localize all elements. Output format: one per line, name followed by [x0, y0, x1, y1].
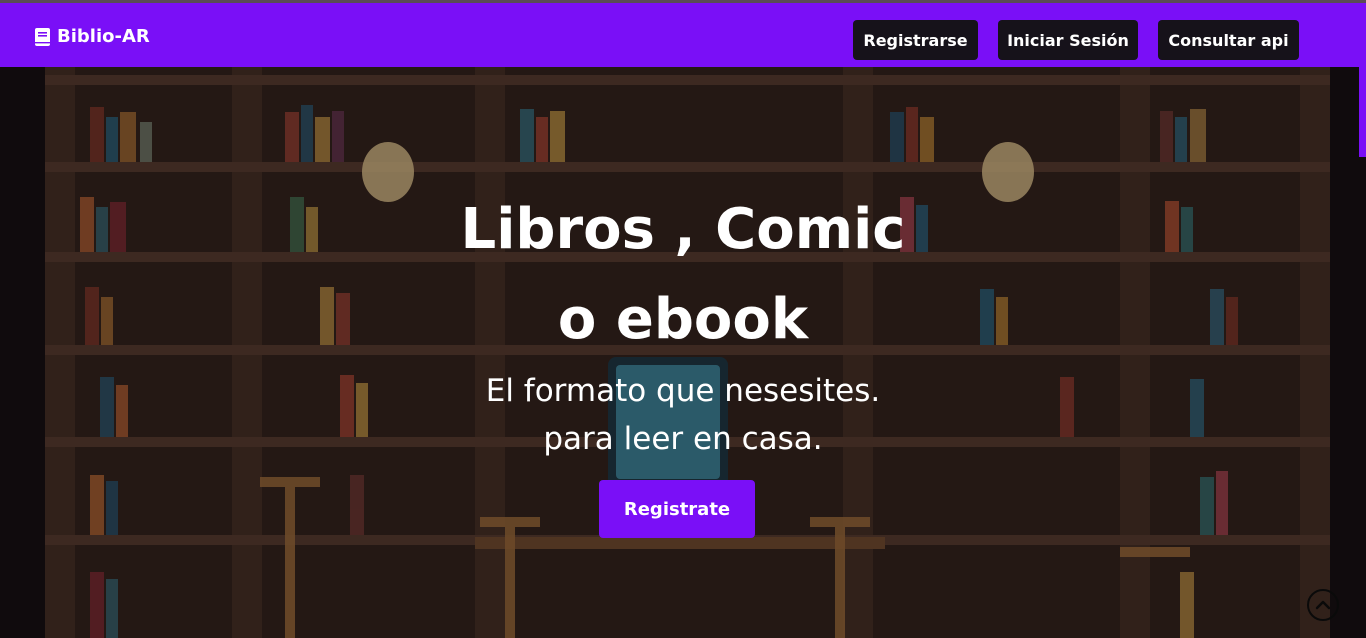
brand-name: Biblio-AR: [57, 26, 150, 47]
login-button[interactable]: Iniciar Sesión: [998, 20, 1138, 60]
scroll-to-top-button[interactable]: [1307, 589, 1339, 621]
hero-title-line2: o ebook: [557, 287, 809, 352]
scrollbar-thumb[interactable]: [1359, 67, 1366, 157]
navbar: Biblio-AR Registrarse Iniciar Sesión Con…: [0, 3, 1366, 67]
hero-title: Libros , Comic o ebook: [0, 185, 1366, 365]
hero-title-line1: Libros , Comic: [460, 197, 906, 262]
chevron-up-circle-icon: [1315, 600, 1331, 610]
register-button[interactable]: Registrarse: [853, 20, 978, 60]
consult-api-button[interactable]: Consultar api: [1158, 20, 1299, 60]
hero-subtitle-line2: para leer en casa.: [543, 421, 823, 457]
hero-subtitle: El formato que nesesites. para leer en c…: [0, 367, 1366, 463]
hero-section: Libros , Comic o ebook El formato que ne…: [0, 67, 1366, 638]
register-cta-button[interactable]: Registrate: [599, 480, 755, 538]
hero-subtitle-line1: El formato que nesesites.: [485, 373, 881, 409]
book-icon: [34, 27, 51, 47]
brand-link[interactable]: Biblio-AR: [34, 26, 150, 47]
